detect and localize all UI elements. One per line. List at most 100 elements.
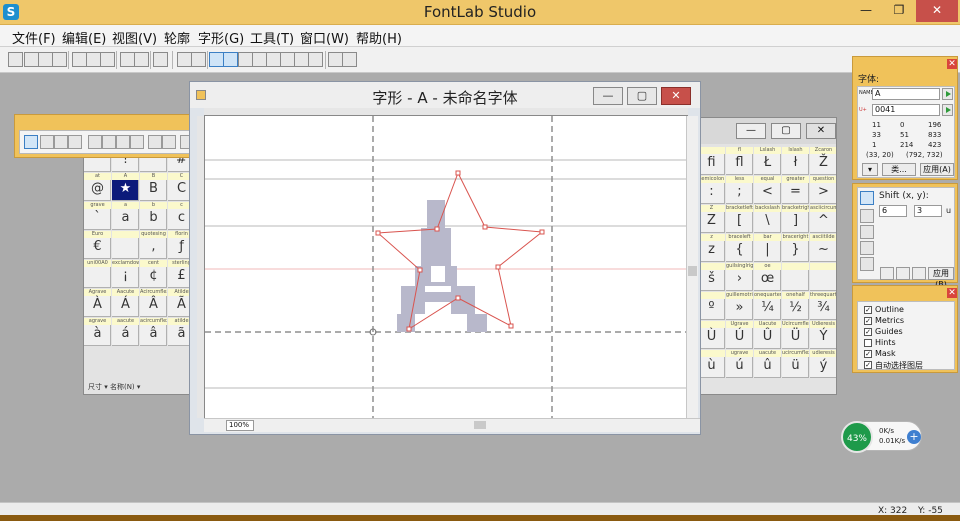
glyph-cell[interactable]: guillemotright» bbox=[726, 292, 753, 320]
glyph-outline-svg[interactable] bbox=[205, 116, 686, 418]
glyph-cell[interactable]: uni00A0 bbox=[84, 260, 111, 288]
menu-tools[interactable]: 工具(T) bbox=[250, 28, 294, 47]
glyph-cell[interactable]: º bbox=[698, 292, 725, 320]
glyph-cell[interactable]: onequarter ¼ bbox=[754, 292, 781, 320]
metrics-window-icon[interactable] bbox=[223, 52, 238, 67]
glyph-cell[interactable]: exclamdown¡ bbox=[112, 260, 139, 288]
auto-select-layer-checkbox[interactable]: ✓ bbox=[864, 361, 872, 369]
panel-8-icon[interactable] bbox=[342, 52, 357, 67]
glyph-cell[interactable]: ZZ bbox=[698, 205, 725, 233]
vertical-scroll-thumb[interactable] bbox=[688, 266, 697, 276]
glyph-window-minimize-button[interactable]: — bbox=[593, 87, 623, 105]
panel-5-icon[interactable] bbox=[294, 52, 309, 67]
ellipse-tool-icon[interactable] bbox=[162, 135, 176, 149]
paste-icon[interactable] bbox=[100, 52, 115, 67]
menu-view[interactable]: 视图(V) bbox=[112, 28, 157, 47]
flip-icon[interactable] bbox=[860, 257, 874, 271]
glyph-cell[interactable]: question > bbox=[810, 176, 836, 204]
glyph-cell[interactable]: bracketright] bbox=[782, 205, 809, 233]
vertical-ruler[interactable] bbox=[197, 116, 205, 418]
menu-glyph[interactable]: 字形(G) bbox=[198, 28, 244, 47]
net-widget-plus-icon[interactable]: + bbox=[907, 430, 921, 444]
font-window-restore-button[interactable]: ▢ bbox=[771, 123, 801, 139]
menu-file[interactable]: 文件(F) bbox=[12, 28, 56, 47]
shift-option-3-icon[interactable] bbox=[912, 267, 926, 280]
layers-panel-close-button[interactable]: ✕ bbox=[947, 288, 957, 298]
shift-x-field[interactable]: 6 bbox=[879, 205, 907, 217]
glyph-cell[interactable]: š bbox=[698, 263, 725, 291]
glyph-cell[interactable]: Ù bbox=[698, 321, 725, 349]
menu-edit[interactable]: 编辑(E) bbox=[62, 28, 106, 47]
properties-panel-close-button[interactable]: ✕ bbox=[947, 59, 957, 69]
glyph-cell[interactable]: Ugrave Ú bbox=[726, 321, 753, 349]
vertical-scrollbar[interactable] bbox=[686, 116, 698, 418]
glyph-name-field[interactable]: A bbox=[872, 88, 940, 100]
pen-tool-icon[interactable] bbox=[40, 135, 54, 149]
glyph-cell[interactable]: at @ bbox=[84, 173, 111, 201]
network-speed-widget[interactable]: 43% 0K/s 0.01K/s + bbox=[841, 421, 922, 453]
glyph-cell[interactable]: braceleft{ bbox=[726, 234, 753, 262]
glyph-cell[interactable]: semicolon: bbox=[698, 176, 725, 204]
glyph-cell[interactable]: ù bbox=[698, 350, 725, 378]
glyph-cell[interactable]: Ucircumflex Ü bbox=[782, 321, 809, 349]
panel-1-icon[interactable] bbox=[238, 52, 253, 67]
panel-7-icon[interactable] bbox=[328, 52, 343, 67]
close-button[interactable]: ✕ bbox=[916, 0, 958, 22]
menu-contour[interactable]: 轮廓 bbox=[164, 28, 190, 47]
panel-2-icon[interactable] bbox=[252, 52, 267, 67]
glyph-cell[interactable]: fl fl bbox=[726, 147, 753, 175]
glyph-cell[interactable]: asciitilde ~ bbox=[810, 234, 836, 262]
horizontal-ruler[interactable] bbox=[204, 108, 688, 116]
glyph-cell[interactable]: onehalf ½ bbox=[782, 292, 809, 320]
glyph-cell[interactable]: guilsinglright› bbox=[726, 263, 753, 291]
glyph-cell[interactable] bbox=[810, 263, 836, 291]
glyph-cell[interactable]: acircumflex â bbox=[140, 318, 167, 346]
glyph-cell[interactable]: aacute á bbox=[112, 318, 139, 346]
glyph-cell[interactable]: quotesing, bbox=[140, 231, 167, 259]
glyph-cell[interactable]: bar | bbox=[754, 234, 781, 262]
glyph-cell[interactable]: asciicircum ^ bbox=[810, 205, 836, 233]
glyph-window-icon[interactable] bbox=[209, 52, 224, 67]
save-all-icon[interactable] bbox=[52, 52, 67, 67]
restore-button[interactable]: ❐ bbox=[884, 0, 914, 22]
layer-mask-checkbox[interactable]: ✓ bbox=[864, 350, 872, 358]
glyph-cell[interactable]: uacute û bbox=[754, 350, 781, 378]
save-icon[interactable] bbox=[38, 52, 53, 67]
rotate-icon[interactable] bbox=[860, 209, 874, 223]
font-window-minimize-button[interactable]: — bbox=[736, 123, 766, 139]
glyph-cell[interactable]: ugrave ú bbox=[726, 350, 753, 378]
glyph-window-close-button[interactable]: ✕ bbox=[661, 87, 691, 105]
smooth-tool-icon[interactable] bbox=[130, 135, 144, 149]
glyph-window-restore-button[interactable]: ▢ bbox=[627, 87, 657, 105]
glyph-cell[interactable]: Agrave À bbox=[84, 289, 111, 317]
view-mode-1-icon[interactable] bbox=[177, 52, 192, 67]
glyph-cell[interactable]: bracketleft[ bbox=[726, 205, 753, 233]
glyph-cell[interactable]: Euro € bbox=[84, 231, 111, 259]
glyph-cell[interactable]: A ★ bbox=[112, 173, 139, 201]
glyph-cell[interactable]: aa bbox=[112, 202, 139, 230]
glyph-cell[interactable]: bb bbox=[140, 202, 167, 230]
glyph-cell[interactable]: Zcaron Ž bbox=[810, 147, 836, 175]
glyph-cell[interactable]: Udieresis Ý bbox=[810, 321, 836, 349]
slant-icon[interactable] bbox=[860, 241, 874, 255]
panel-4-icon[interactable] bbox=[280, 52, 295, 67]
glyph-cell[interactable]: fi bbox=[698, 147, 725, 175]
glyph-cell[interactable]: cent ¢ bbox=[140, 260, 167, 288]
glyph-cell[interactable]: oe œ bbox=[754, 263, 781, 291]
glyph-cell[interactable]: backslash \ bbox=[754, 205, 781, 233]
cut-icon[interactable] bbox=[72, 52, 87, 67]
scale-icon[interactable] bbox=[860, 225, 874, 239]
layer-metrics-checkbox[interactable]: ✓ bbox=[864, 317, 872, 325]
redo-icon[interactable] bbox=[134, 52, 149, 67]
horizontal-scroll-thumb[interactable] bbox=[474, 421, 486, 429]
shift-y-field[interactable]: 3 bbox=[914, 205, 942, 217]
glyph-canvas[interactable] bbox=[205, 116, 686, 418]
panel-3-icon[interactable] bbox=[266, 52, 281, 67]
apply-unicode-icon[interactable] bbox=[942, 104, 953, 116]
layer-outline-checkbox[interactable]: ✓ bbox=[864, 306, 872, 314]
glyph-cell[interactable]: grave ` bbox=[84, 202, 111, 230]
class-dropdown[interactable]: 类... bbox=[882, 163, 916, 176]
menu-help[interactable]: 帮助(H) bbox=[356, 28, 402, 47]
glyph-cell[interactable]: greater = bbox=[782, 176, 809, 204]
glyph-cell[interactable]: Acircumflex Â bbox=[140, 289, 167, 317]
